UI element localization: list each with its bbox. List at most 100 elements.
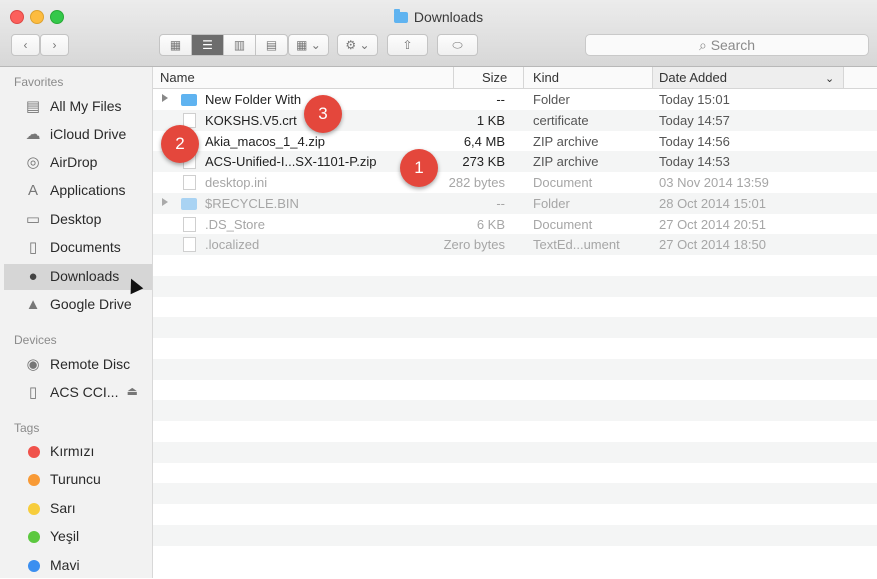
disclosure-triangle-icon[interactable] [162, 94, 168, 102]
column-name[interactable]: Name [160, 70, 195, 85]
annotation-marker-3: 3 [304, 95, 342, 133]
empty-row [153, 483, 877, 504]
empty-row [153, 546, 877, 567]
sidebar-tag-green[interactable]: Yeşil [4, 524, 152, 550]
sidebar-item-airdrop[interactable]: ◎ AirDrop [4, 150, 152, 176]
tag-dot-icon [28, 474, 40, 486]
back-button[interactable]: ‹ [11, 34, 40, 56]
disclosure-triangle-icon[interactable] [162, 197, 168, 206]
gear-icon: ⚙ ⌄ [345, 38, 370, 52]
column-divider[interactable] [453, 67, 454, 88]
chevron-right-icon: › [52, 38, 57, 52]
window-title-text: Downloads [413, 9, 484, 25]
arrange-icon: ▦ ⌄ [296, 38, 321, 52]
google-drive-icon: ▲ [25, 296, 41, 313]
share-icon: ⇧ [402, 38, 413, 52]
sidebar-item-label: All My Files [50, 98, 122, 114]
column-view-button[interactable]: ▥ [224, 35, 256, 55]
sidebar-item-documents[interactable]: ▯ Documents [4, 235, 152, 261]
sidebar-item-label: ACS CCI... [50, 384, 119, 400]
empty-row [153, 421, 877, 442]
tag-button[interactable]: ⬭ [437, 34, 478, 56]
search-icon: ⌕ [698, 37, 711, 53]
table-row[interactable]: New Folder With -- Folder Today 15:01 [153, 89, 877, 110]
view-switcher: ▦ ☰ ▥ ▤ [159, 34, 288, 56]
sidebar-item-google-drive[interactable]: ▲ Google Drive [4, 292, 152, 318]
file-kind: Document [533, 216, 593, 232]
empty-row [153, 317, 877, 338]
sidebar-tag-blue[interactable]: Mavi [4, 553, 152, 579]
arrange-button[interactable]: ▦ ⌄ [288, 34, 329, 56]
sidebar-tag-red[interactable]: Kırmızı [4, 439, 152, 465]
file-name: ACS-Unified-I...SX-1101-P.zip [205, 154, 377, 170]
icon-view-button[interactable]: ▦ [160, 35, 192, 55]
forward-button[interactable]: › [40, 34, 69, 56]
search-field[interactable]: ⌕ Search [585, 34, 869, 56]
sidebar-item-label: Google Drive [50, 296, 132, 312]
documents-icon: ▯ [28, 239, 38, 256]
document-icon [183, 216, 196, 232]
table-row[interactable]: KOKSHS.V5.crt 1 KB certificate Today 14:… [153, 109, 877, 131]
table-row[interactable]: ACS-Unified-I...SX-1101-P.zip 273 KB ZIP… [153, 151, 877, 172]
share-button[interactable]: ⇧ [387, 34, 428, 56]
table-row[interactable]: desktop.ini 282 bytes Document 03 Nov 20… [153, 172, 877, 193]
file-size: -- [496, 92, 505, 107]
eject-icon[interactable]: ⏏ [127, 384, 138, 398]
file-name: Akia_macos_1_4.zip [205, 133, 325, 149]
sidebar-item-all-my-files[interactable]: ▤ All My Files [4, 94, 152, 120]
disc-icon: ◉ [26, 356, 40, 373]
file-kind: Folder [533, 92, 570, 107]
column-kind[interactable]: Kind [533, 70, 559, 85]
file-kind: ZIP archive [533, 154, 599, 170]
sidebar-item-label: Applications [50, 182, 126, 198]
sidebar-tag-yellow[interactable]: Sarı [4, 496, 152, 522]
table-row[interactable]: .DS_Store 6 KB Document 27 Oct 2014 20:5… [153, 214, 877, 235]
devices-header: Devices [14, 333, 57, 347]
chevron-left-icon: ‹ [23, 38, 28, 52]
annotation-marker-2: 2 [161, 125, 199, 163]
empty-row [153, 255, 877, 276]
drive-icon: ▯ [28, 384, 38, 401]
file-rows: New Folder With -- Folder Today 15:01 KO… [153, 89, 877, 566]
window-title: Downloads [0, 9, 877, 25]
cover-flow-button[interactable]: ▤ [256, 35, 287, 55]
action-button[interactable]: ⚙ ⌄ [337, 34, 378, 56]
table-row[interactable]: .localized Zero bytes TextEd...ument 27 … [153, 234, 877, 255]
grid-icon: ▦ [169, 38, 182, 52]
sidebar-item-desktop[interactable]: ▭ Desktop [4, 207, 152, 233]
empty-row [153, 358, 877, 380]
sidebar-item-remote-disc[interactable]: ◉ Remote Disc [4, 352, 152, 378]
file-date: Today 15:01 [659, 92, 730, 107]
file-date: Today 14:56 [659, 133, 730, 149]
file-date: 27 Oct 2014 18:50 [659, 237, 766, 253]
file-name: $RECYCLE.BIN [205, 195, 299, 211]
sidebar-item-applications[interactable]: A Applications [4, 178, 152, 204]
sidebar-item-label: Downloads [50, 268, 120, 284]
search-placeholder: Search [710, 37, 756, 53]
file-name: KOKSHS.V5.crt [205, 112, 297, 128]
files-icon: ▤ [25, 98, 41, 115]
file-size: 282 bytes [448, 175, 505, 190]
column-size[interactable]: Size [482, 70, 507, 85]
toolbar: Downloads ‹ › ▦ ☰ ▥ ▤ ▦ ⌄ ⚙ ⌄ ⇧ ⬭ ⌕ Sear… [0, 0, 877, 67]
sidebar-tag-orange[interactable]: Turuncu [4, 467, 152, 493]
empty-row [153, 400, 877, 421]
sidebar-item-acs-drive[interactable]: ▯ ACS CCI... ⏏ [4, 380, 152, 406]
column-date-added[interactable]: Date Added [659, 70, 727, 85]
sidebar-item-icloud-drive[interactable]: ☁ iCloud Drive [4, 122, 152, 148]
column-divider[interactable] [523, 67, 524, 88]
chevron-down-icon[interactable]: ⌄ [825, 72, 834, 85]
annotation-marker-1: 1 [400, 149, 438, 187]
column-divider[interactable] [652, 67, 653, 88]
downloads-icon: ● [28, 268, 38, 285]
file-kind: Folder [533, 195, 570, 211]
column-divider[interactable] [843, 67, 844, 88]
file-kind: certificate [533, 112, 589, 128]
finder-window: Downloads ‹ › ▦ ☰ ▥ ▤ ▦ ⌄ ⚙ ⌄ ⇧ ⬭ ⌕ Sear… [0, 0, 877, 578]
airdrop-icon: ◎ [26, 154, 40, 171]
list-view-button[interactable]: ☰ [192, 35, 224, 55]
table-row[interactable]: Akia_macos_1_4.zip 6,4 MB ZIP archive To… [153, 131, 877, 152]
table-row[interactable]: $RECYCLE.BIN -- Folder 28 Oct 2014 15:01 [153, 192, 877, 214]
sidebar-item-label: Turuncu [50, 471, 101, 487]
empty-row [153, 380, 877, 401]
